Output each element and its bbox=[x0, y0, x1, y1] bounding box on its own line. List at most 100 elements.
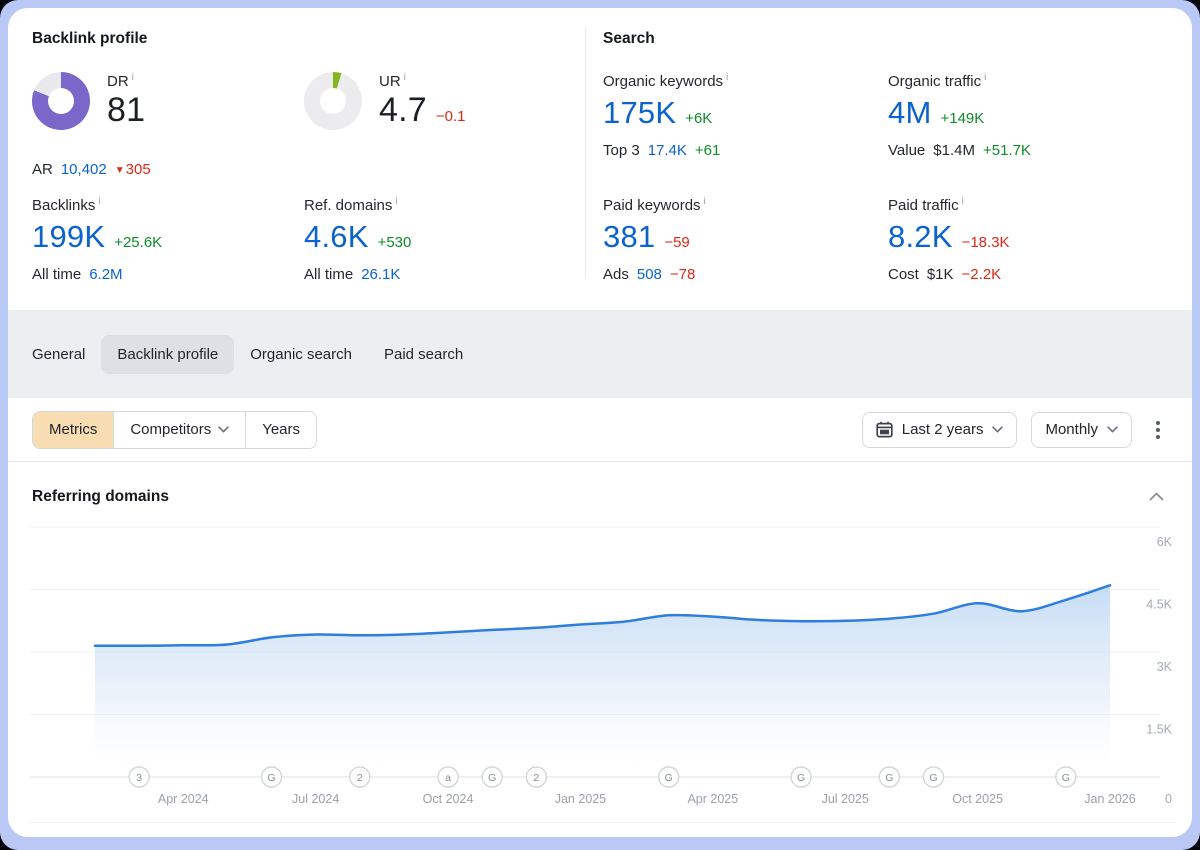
svg-text:0: 0 bbox=[1165, 792, 1172, 806]
paid-traffic-metric: Paid traffici 8.2K −18.3K Cost $1K −2.2K bbox=[888, 196, 1148, 283]
organic-traffic-value[interactable]: 4M bbox=[888, 95, 931, 131]
ads-delta: −78 bbox=[670, 266, 695, 283]
backlinks-label: Backlinksi bbox=[32, 196, 292, 214]
chevron-down-icon bbox=[992, 426, 1003, 433]
chart-header: Referring domains bbox=[8, 462, 1192, 508]
years-segment[interactable]: Years bbox=[245, 412, 316, 448]
tab-backlink-profile[interactable]: Backlink profile bbox=[101, 335, 234, 374]
svg-text:G: G bbox=[797, 772, 805, 784]
ar-value[interactable]: 10,402 bbox=[61, 161, 107, 178]
svg-text:Jan 2026: Jan 2026 bbox=[1084, 792, 1135, 806]
backlinks-alltime-value[interactable]: 6.2M bbox=[89, 266, 122, 283]
backlinks-value[interactable]: 199K bbox=[32, 219, 105, 255]
chart-title: Referring domains bbox=[32, 488, 169, 506]
svg-text:G: G bbox=[665, 772, 673, 784]
svg-text:6K: 6K bbox=[1157, 535, 1173, 549]
value-label: Value bbox=[888, 142, 925, 159]
top3-value[interactable]: 17.4K bbox=[648, 142, 687, 159]
dr-label: DRi bbox=[107, 72, 145, 90]
info-icon[interactable]: i bbox=[984, 72, 986, 83]
summary-card: Backlink profile Search DRi 81 AR 10,402… bbox=[8, 8, 1192, 310]
overview-page: Backlink profile Search DRi 81 AR 10,402… bbox=[8, 8, 1192, 837]
top3-row: Top 3 17.4K +61 bbox=[603, 142, 863, 159]
organic-keywords-value[interactable]: 175K bbox=[603, 95, 676, 131]
info-icon[interactable]: i bbox=[98, 196, 100, 207]
paid-keywords-label: Paid keywordsi bbox=[603, 196, 863, 214]
info-icon[interactable]: i bbox=[404, 72, 406, 83]
svg-text:Apr 2025: Apr 2025 bbox=[687, 792, 738, 806]
card-bottom-divider bbox=[30, 822, 1176, 823]
svg-text:Jul 2025: Jul 2025 bbox=[822, 792, 869, 806]
traffic-value-row: Value $1.4M +51.7K bbox=[888, 142, 1148, 159]
paid-traffic-label: Paid traffici bbox=[888, 196, 1148, 214]
paid-traffic-value[interactable]: 8.2K bbox=[888, 219, 953, 255]
info-icon[interactable]: i bbox=[962, 196, 964, 207]
paid-keywords-delta: −59 bbox=[664, 234, 689, 251]
organic-keywords-label: Organic keywordsi bbox=[603, 72, 863, 90]
organic-traffic-metric: Organic traffici 4M +149K Value $1.4M +5… bbox=[888, 72, 1148, 159]
competitors-segment[interactable]: Competitors bbox=[113, 412, 245, 448]
info-icon[interactable]: i bbox=[704, 196, 706, 207]
ref-domains-value[interactable]: 4.6K bbox=[304, 219, 369, 255]
ads-label: Ads bbox=[603, 266, 629, 283]
svg-text:G: G bbox=[488, 772, 496, 784]
alltime-label: All time bbox=[32, 266, 81, 283]
ads-value[interactable]: 508 bbox=[637, 266, 662, 283]
svg-text:Jul 2024: Jul 2024 bbox=[292, 792, 339, 806]
svg-text:3: 3 bbox=[136, 772, 142, 784]
chart-card: Metrics Competitors Years Last 2 years M… bbox=[8, 398, 1192, 837]
tab-organic-search[interactable]: Organic search bbox=[234, 335, 368, 374]
more-options-button[interactable] bbox=[1146, 415, 1170, 445]
backlink-profile-heading: Backlink profile bbox=[32, 30, 147, 48]
cost-delta: −2.2K bbox=[962, 266, 1002, 283]
svg-text:3K: 3K bbox=[1157, 660, 1173, 674]
top3-delta: +61 bbox=[695, 142, 720, 159]
section-divider bbox=[585, 28, 586, 278]
info-icon[interactable]: i bbox=[395, 196, 397, 207]
down-triangle-icon bbox=[115, 165, 125, 176]
ref-domains-label: Ref. domainsi bbox=[304, 196, 564, 214]
svg-text:Apr 2024: Apr 2024 bbox=[158, 792, 209, 806]
report-tabs: General Backlink profile Organic search … bbox=[8, 310, 1192, 398]
tab-paid-search[interactable]: Paid search bbox=[368, 335, 479, 374]
cost-value: $1K bbox=[927, 266, 954, 283]
ref-domains-alltime-value[interactable]: 26.1K bbox=[361, 266, 400, 283]
referring-domains-chart[interactable]: 3G2aG2GGGGG 6K4.5K3K1.5K0Apr 2024Jul 202… bbox=[26, 512, 1174, 828]
calendar-icon bbox=[876, 421, 893, 438]
collapse-section-button[interactable] bbox=[1147, 486, 1166, 508]
chevron-down-icon bbox=[218, 426, 229, 433]
ref-domains-alltime-row: All time 26.1K bbox=[304, 266, 564, 283]
info-icon[interactable]: i bbox=[726, 72, 728, 83]
ar-delta: 305 bbox=[115, 161, 151, 178]
info-icon[interactable]: i bbox=[132, 72, 134, 83]
svg-text:Oct 2025: Oct 2025 bbox=[952, 792, 1003, 806]
dr-value[interactable]: 81 bbox=[107, 91, 145, 130]
ar-label: AR bbox=[32, 161, 53, 178]
tab-general[interactable]: General bbox=[16, 335, 101, 374]
svg-text:G: G bbox=[1062, 772, 1070, 784]
granularity-button[interactable]: Monthly bbox=[1031, 412, 1132, 448]
date-range-button[interactable]: Last 2 years bbox=[862, 412, 1018, 448]
svg-text:4.5K: 4.5K bbox=[1146, 598, 1172, 612]
svg-text:G: G bbox=[267, 772, 275, 784]
svg-text:G: G bbox=[929, 772, 937, 784]
ur-value[interactable]: 4.7 bbox=[379, 91, 427, 130]
chart-controls: Metrics Competitors Years Last 2 years M… bbox=[8, 398, 1192, 462]
paid-keywords-metric: Paid keywordsi 381 −59 Ads 508 −78 bbox=[603, 196, 863, 283]
search-heading: Search bbox=[603, 30, 655, 48]
app-window: Backlink profile Search DRi 81 AR 10,402… bbox=[0, 0, 1200, 850]
alltime-label: All time bbox=[304, 266, 353, 283]
ur-gauge bbox=[304, 72, 362, 130]
metrics-segment[interactable]: Metrics bbox=[33, 412, 113, 448]
dr-metric: DRi 81 bbox=[32, 72, 145, 130]
ur-metric: URi 4.7 −0.1 bbox=[304, 72, 466, 130]
organic-traffic-delta: +149K bbox=[940, 110, 984, 127]
svg-text:1.5K: 1.5K bbox=[1146, 723, 1172, 737]
view-segmented-control: Metrics Competitors Years bbox=[32, 411, 317, 449]
traffic-value-delta: +51.7K bbox=[983, 142, 1031, 159]
paid-keywords-value[interactable]: 381 bbox=[603, 219, 655, 255]
ur-delta: −0.1 bbox=[436, 108, 466, 125]
svg-text:G: G bbox=[885, 772, 893, 784]
backlinks-delta: +25.6K bbox=[114, 234, 162, 251]
granularity-label: Monthly bbox=[1045, 421, 1098, 438]
